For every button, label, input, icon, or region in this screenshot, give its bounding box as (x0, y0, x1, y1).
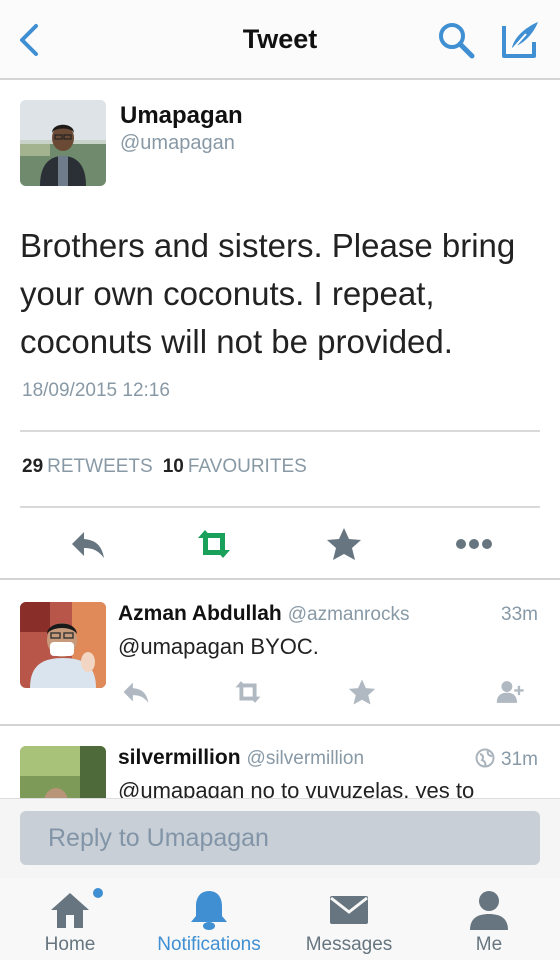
tab-label: Notifications (157, 934, 261, 955)
favourites-count: 10 (162, 456, 184, 477)
tab-label: Me (475, 934, 503, 955)
retweets-count: 29 (22, 456, 44, 477)
favourites-stat[interactable]: 10 FAVOURITES (163, 456, 307, 477)
tab-me[interactable]: Me (424, 884, 554, 960)
reply-time: 33m (501, 604, 538, 625)
retweet-icon[interactable] (232, 678, 264, 706)
author-avatar[interactable] (20, 100, 106, 186)
reply-tweet[interactable]: silvermillion @silvermillion 31m @umapaga… (0, 726, 560, 798)
search-icon[interactable] (436, 20, 476, 60)
reply-text: @umapagan no to vuvuzelas, yes to (118, 778, 475, 798)
favourites-label: FAVOURITES (187, 456, 307, 477)
tweet-author[interactable]: Umapagan @umapagan (20, 100, 540, 190)
reply-author-name: silvermillion (118, 746, 241, 769)
reply-avatar[interactable] (20, 602, 106, 688)
reply-author[interactable]: Azman Abdullah @azmanrocks (118, 602, 409, 626)
author-handle[interactable]: @umapagan (120, 132, 235, 155)
compose-tweet-icon[interactable] (498, 18, 542, 62)
tweet-actions (0, 508, 560, 580)
reply-author-handle: @azmanrocks (287, 604, 410, 625)
retweets-label: RETWEETS (47, 456, 153, 477)
more-options-icon[interactable] (454, 526, 494, 562)
reply-icon[interactable] (120, 678, 152, 706)
person-icon (470, 891, 508, 930)
reply-input[interactable] (20, 811, 540, 865)
divider (20, 430, 540, 432)
tab-notifications[interactable]: Notifications (144, 884, 274, 960)
favourite-star-icon[interactable] (346, 678, 378, 706)
reply-text: @umapagan BYOC. (118, 634, 319, 659)
tweet-text: Brothers and sisters. Please bring your … (20, 227, 516, 360)
globe-icon (475, 748, 495, 768)
tab-bar: Home Notifications Messages Me (0, 878, 560, 960)
reply-time-label: 31m (501, 749, 538, 770)
follow-user-icon[interactable] (494, 678, 526, 706)
tweet-timestamp: 18/09/2015 12:16 (22, 380, 170, 401)
retweets-stat[interactable]: 29 RETWEETS (22, 456, 153, 477)
tab-label: Home (44, 934, 96, 955)
bell-icon (191, 891, 227, 930)
tab-home[interactable]: Home (5, 884, 135, 960)
notification-dot (93, 888, 103, 898)
reply-icon[interactable] (68, 526, 108, 562)
reply-author[interactable]: silvermillion @silvermillion (118, 746, 364, 770)
reply-bar (0, 798, 560, 878)
retweet-icon[interactable] (194, 526, 234, 562)
reply-avatar[interactable] (20, 746, 106, 798)
author-name[interactable]: Umapagan (120, 102, 243, 130)
reply-author-handle: @silvermillion (246, 748, 365, 769)
page-title: Tweet (242, 24, 318, 54)
navigation-bar: Tweet (0, 0, 560, 80)
tweet-stats: 29 RETWEETS 10 FAVOURITES (22, 456, 307, 478)
reply-time: 31m (475, 748, 538, 771)
tab-label: Messages (305, 934, 393, 955)
home-icon (51, 893, 89, 928)
reply-author-name: Azman Abdullah (118, 602, 282, 625)
favourite-star-icon[interactable] (324, 526, 364, 562)
reply-tweet[interactable]: Azman Abdullah @azmanrocks 33m @umapagan … (0, 582, 560, 726)
envelope-icon (330, 896, 368, 924)
tab-messages[interactable]: Messages (284, 884, 414, 960)
